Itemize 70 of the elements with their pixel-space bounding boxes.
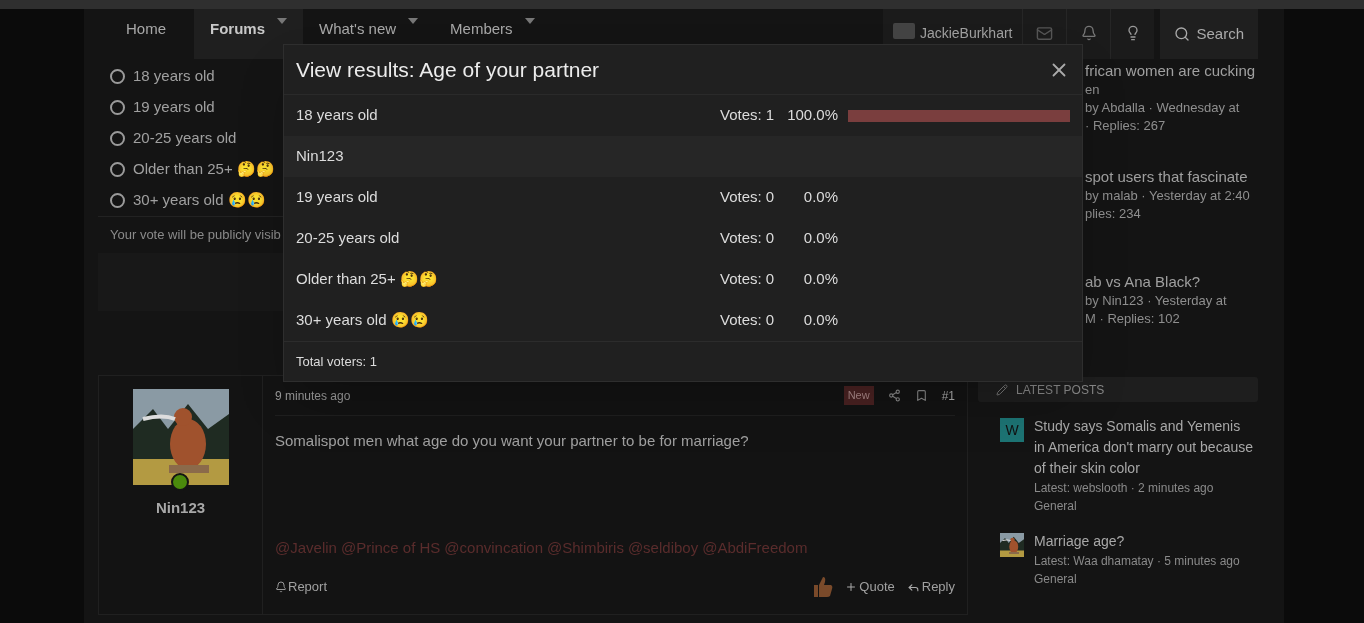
nav-tab[interactable]: Forums [194,9,304,59]
thread-title[interactable]: ab vs Ana Black? [1085,271,1258,293]
option-label: 20-25 years old [133,128,237,149]
radio-button[interactable] [110,193,125,208]
search-button[interactable]: Search [1160,9,1258,59]
user-avatar [892,23,915,39]
thread-meta: plies: 234 [1085,204,1142,223]
dialog-title: View results: Age of your partner [296,56,600,83]
option-label: 18 years old [133,66,215,87]
post-message: Somalispot men what age do you want your partner to be for marriage? [275,431,750,451]
option-label: Older than 25+ 🤔🤔 [133,159,275,180]
vote-percent: 0.0% [802,187,838,208]
caret-icon [277,18,288,24]
vote-count[interactable]: Votes: 0 [720,309,784,332]
forum-name[interactable]: General [1034,570,1240,588]
vote-note: Your vote will be publicly visib [110,226,281,245]
post-number[interactable]: #1 [941,386,955,405]
option-label: 19 years old [133,97,215,118]
option-label: 30+ years old 😢😢 [133,190,266,211]
author-name[interactable]: Nin123 [155,497,206,520]
plus-icon [845,581,858,593]
option-label: 18 years old [296,105,379,126]
total-voters: Total voters: 1 [296,352,377,371]
vote-count[interactable]: Votes: 0 [720,227,784,250]
caret-icon [524,18,535,24]
search-icon [1174,26,1191,42]
reply-button[interactable]: Reply [906,577,955,597]
nav-tab[interactable]: Home [98,9,194,59]
thread-title[interactable]: spot users that fascinate [1085,165,1258,187]
vote-count[interactable]: Votes: 0 [720,186,784,209]
radio-button[interactable] [110,69,125,84]
caret-icon [408,18,419,24]
forum-name[interactable]: General [1034,497,1254,515]
nav-tab[interactable]: Members [434,9,551,59]
username: JackieBurkhart [919,24,1013,43]
thread-meta: · Replies: 267 [1085,117,1167,135]
option-label: 30+ years old 😢😢 [296,310,430,331]
section-title: LATEST POSTS [1016,381,1105,399]
new-badge: New [843,386,874,405]
post-time[interactable]: 9 minutes ago [275,386,351,405]
vote-count[interactable]: Votes: 0 [720,268,784,291]
post-meta: Latest: webslooth · 2 minutes ago [1034,480,1215,497]
option-label: 20-25 years old [296,228,401,249]
vote-percent: 0.0% [802,269,838,290]
quote-button[interactable]: Quote [845,577,895,597]
post-title[interactable]: Study says Somalis and Yemenis in America don't marry out because of their skin color [1034,416,1254,479]
voter-name[interactable]: Nin123 [296,145,344,168]
option-label: Older than 25+ 🤔🤔 [296,269,439,290]
bell-icon [275,581,287,593]
pencil-icon [996,383,1008,396]
nav-tab[interactable]: What's new [303,9,435,59]
thread-meta: M · Replies: 102 [1085,310,1181,329]
vote-count[interactable]: Votes: 1 [720,104,784,127]
post-meta: Latest: Waa dhamatay · 5 minutes ago [1034,553,1240,570]
radio-button[interactable] [110,162,125,177]
radio-button[interactable] [110,131,125,146]
thread-meta: by Nin123 · Yesterday at [1085,292,1228,311]
post-title[interactable]: Marriage age? [1034,531,1240,552]
thread-meta: by Abdalla · Wednesday at [1085,99,1241,117]
vote-percent: 0.0% [802,310,838,331]
vote-percent: 100.0% [786,105,838,126]
option-label: 19 years old [296,187,379,208]
radio-button[interactable] [110,100,125,115]
share-icon[interactable] [887,389,901,402]
thread-meta: by malab · Yesterday at 2:40 [1085,186,1251,205]
thread-meta: en [1085,81,1101,99]
bookmark-icon[interactable] [914,389,928,402]
report-button[interactable]: Report [275,577,328,597]
thread-title[interactable]: frican women are cucking [1085,60,1258,81]
vote-percent: 0.0% [802,228,838,249]
